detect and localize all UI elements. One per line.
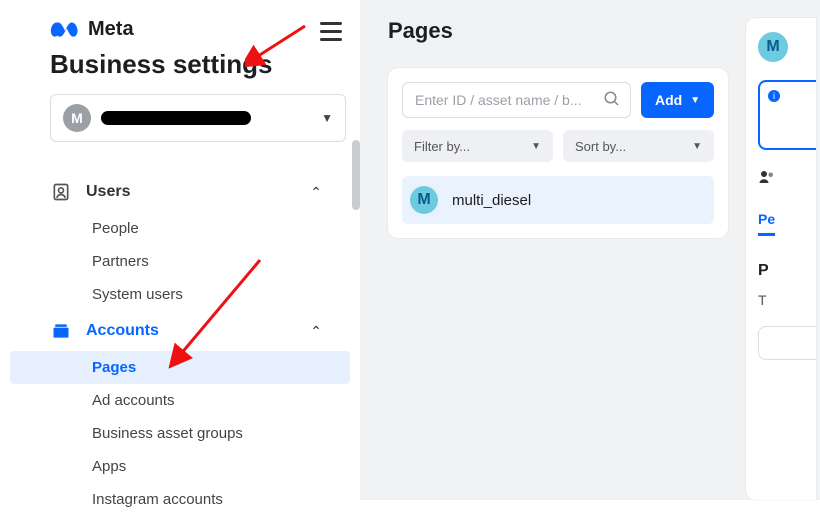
nav-section-accounts: Accounts ⌃ Pages Ad accounts Business as…: [0, 311, 360, 516]
main-content: Pages Add ▼ Filter: [360, 0, 820, 500]
chevron-down-icon: ▼: [321, 111, 333, 125]
sidebar: Meta Business settings M ▼ Users ⌃: [0, 0, 360, 500]
users-icon: [50, 182, 72, 202]
sidebar-item-apps[interactable]: Apps: [0, 450, 360, 483]
scrollbar-thumb[interactable]: [352, 140, 360, 210]
detail-subtext: T: [758, 292, 816, 308]
chevron-up-icon: ⌃: [310, 323, 322, 340]
accounts-icon: [50, 321, 72, 341]
meta-logo-icon: [50, 20, 80, 40]
sidebar-item-ad-accounts[interactable]: Ad accounts: [0, 384, 360, 417]
sort-dropdown[interactable]: Sort by... ▼: [563, 130, 714, 162]
nav-section-title: Users: [86, 183, 130, 201]
sidebar-item-pages[interactable]: Pages: [10, 351, 350, 384]
nav-section-title: Accounts: [86, 322, 159, 340]
sort-label: Sort by...: [575, 139, 626, 154]
account-name-redacted: [101, 111, 251, 125]
sidebar-item-system-users[interactable]: System users: [0, 278, 360, 311]
chevron-down-icon: ▼: [531, 141, 541, 152]
menu-toggle-icon[interactable]: [320, 22, 342, 41]
filter-label: Filter by...: [414, 139, 470, 154]
asset-avatar: M: [410, 186, 438, 214]
add-button[interactable]: Add ▼: [641, 82, 714, 118]
people-icon: [758, 168, 816, 191]
asset-list-item[interactable]: M multi_diesel: [402, 176, 714, 224]
sidebar-item-people[interactable]: People: [0, 212, 360, 245]
business-account-selector[interactable]: M ▼: [50, 94, 346, 142]
detail-input-placeholder[interactable]: [758, 326, 816, 360]
brand: Meta: [50, 18, 346, 41]
sidebar-item-business-asset-groups[interactable]: Business asset groups: [0, 417, 360, 450]
detail-avatar: M: [758, 32, 788, 62]
search-icon: [603, 90, 621, 113]
account-avatar: M: [63, 104, 91, 132]
nav-section-header-users[interactable]: Users ⌃: [0, 172, 360, 212]
asset-detail-panel: M i Pe P T: [746, 18, 816, 500]
detail-heading: P: [758, 262, 816, 280]
info-card: i: [758, 80, 816, 150]
nav-section-users: Users ⌃ People Partners System users: [0, 172, 360, 311]
chevron-down-icon: ▼: [690, 95, 700, 106]
sidebar-item-partners[interactable]: Partners: [0, 245, 360, 278]
page-title: Business settings: [50, 49, 346, 80]
nav-section-header-accounts[interactable]: Accounts ⌃: [0, 311, 360, 351]
asset-list-panel: Add ▼ Filter by... ▼ Sort by... ▼ M: [388, 68, 728, 238]
detail-tab-people[interactable]: Pe: [758, 211, 775, 236]
brand-name: Meta: [88, 18, 134, 41]
main-section-title: Pages: [388, 18, 728, 44]
asset-search-input[interactable]: [402, 82, 631, 118]
filter-dropdown[interactable]: Filter by... ▼: [402, 130, 553, 162]
asset-name: multi_diesel: [452, 192, 531, 209]
chevron-down-icon: ▼: [692, 141, 702, 152]
add-button-label: Add: [655, 92, 682, 108]
chevron-up-icon: ⌃: [310, 184, 322, 201]
info-icon: i: [768, 90, 780, 102]
